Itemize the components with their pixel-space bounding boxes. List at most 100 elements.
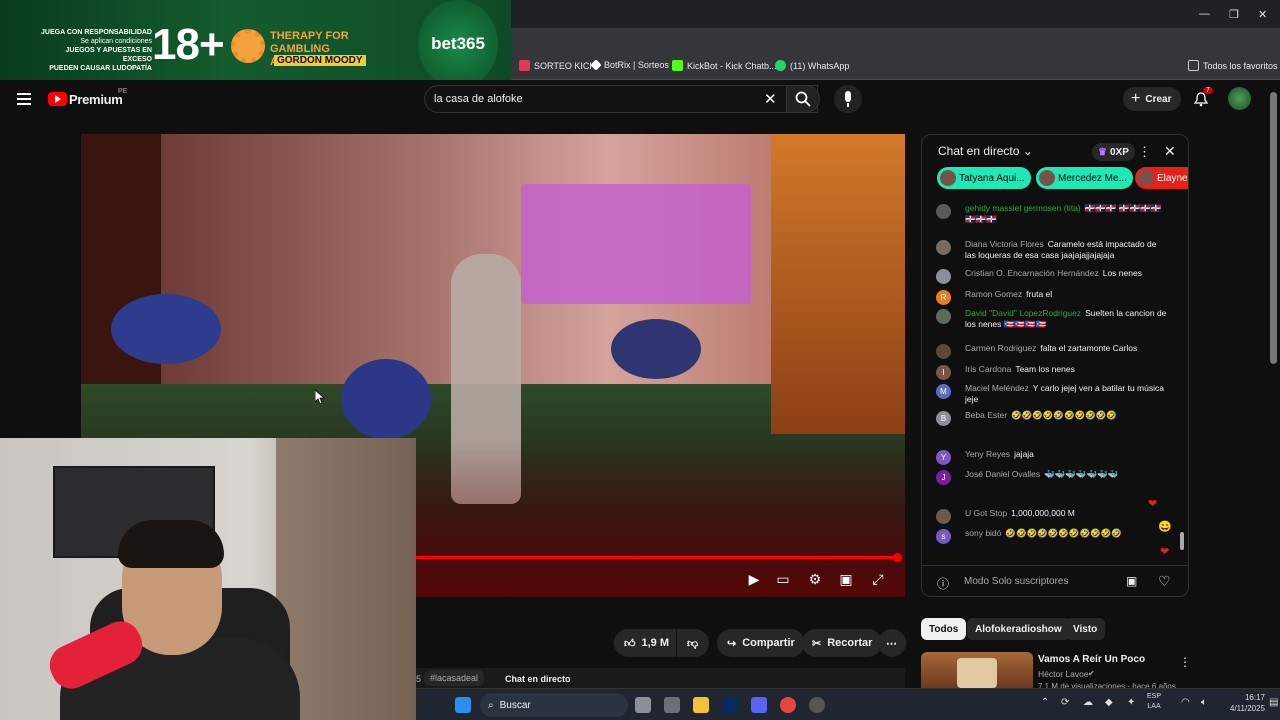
tray-chevron-icon[interactable]: ⌃ (1041, 697, 1049, 708)
chip-alofokeradioshow[interactable]: Alofokeradioshow (967, 618, 1070, 640)
avatar[interactable]: B (936, 411, 951, 426)
youtube-premium-logo[interactable]: Premium (69, 92, 123, 107)
volume-icon[interactable]: 🔈︎ (1201, 697, 1207, 708)
avatar[interactable] (936, 204, 951, 219)
tray-icon[interactable]: ✦ (1127, 697, 1135, 708)
like-button[interactable]: 👍︎ 1,9 M (614, 629, 676, 657)
taskbar-search[interactable]: ⌕ Buscar (480, 693, 628, 717)
settings-gear-icon[interactable]: ⚙ (806, 570, 824, 588)
info-icon[interactable]: ⓘ (937, 575, 949, 592)
donor-chip[interactable]: Tatyana Aqui... (937, 167, 1031, 189)
file-explorer-icon[interactable] (693, 697, 709, 713)
subtitles-icon[interactable]: ▭ (774, 570, 792, 588)
all-bookmarks[interactable]: Todos los favoritos (1188, 60, 1278, 71)
bookmark-item[interactable]: BotRix | Sorteos (590, 59, 669, 71)
chip-visto[interactable]: Visto (1065, 618, 1106, 640)
donor-chip[interactable]: Mercedez Me... (1036, 167, 1133, 189)
video-progress-bar[interactable] (416, 556, 900, 559)
avatar[interactable]: s (936, 529, 951, 544)
language-indicator[interactable]: ESP LAA (1147, 692, 1161, 712)
avatar[interactable] (936, 269, 951, 284)
task-view-icon[interactable] (635, 697, 651, 713)
miniplayer-icon[interactable]: ▣ (837, 570, 855, 588)
close-chat-icon[interactable]: ✕ (1164, 143, 1176, 160)
avatar[interactable]: I (936, 365, 951, 380)
chat-author[interactable]: Maciel Meléndez (965, 383, 1029, 393)
voice-search-button[interactable] (834, 85, 862, 113)
chat-author[interactable]: gehidy massiel germosen (tita) (965, 203, 1081, 213)
hashtag-chip[interactable]: #lacasadeal (424, 670, 485, 686)
recommended-thumbnail[interactable] (921, 652, 1033, 688)
chat-author[interactable]: Beba Ester (965, 410, 1007, 420)
chat-author[interactable]: Yeny Reyes (965, 449, 1010, 459)
app-icon[interactable] (664, 697, 680, 713)
avatar[interactable]: Y (936, 450, 951, 465)
chat-more-icon[interactable]: ⋮ (1138, 144, 1151, 160)
notification-center-icon[interactable]: ▤ (1269, 697, 1278, 708)
donor-chip[interactable]: Elayne F (1135, 167, 1188, 189)
recommended-title[interactable]: Vamos A Reír Un Poco (1038, 654, 1145, 665)
dislike-button[interactable]: 👎︎ (677, 629, 709, 657)
photoshop-icon[interactable] (722, 697, 738, 713)
chat-author[interactable]: U Got Stop (965, 508, 1007, 518)
clock[interactable]: 16:17 4/11/2025 (1229, 692, 1265, 714)
fullscreen-icon[interactable]: ⤢ (869, 570, 887, 588)
share-button[interactable]: ↪ Compartir (717, 629, 805, 657)
onedrive-icon[interactable]: ☁ (1083, 697, 1093, 708)
clear-search-icon[interactable]: ✕ (764, 90, 777, 108)
chat-scrollbar[interactable] (1180, 197, 1184, 562)
avatar[interactable] (936, 344, 951, 359)
chat-text: Los nenes (1102, 268, 1142, 278)
chat-author[interactable]: Diana Victoria Flores (965, 239, 1044, 249)
bookmark-item[interactable]: SORTEO KICK (519, 60, 595, 71)
youtube-logo-icon[interactable] (48, 92, 67, 106)
chat-author[interactable]: sony bidó (965, 528, 1001, 538)
recommended-channel[interactable]: Héctor Lavoe (1038, 669, 1089, 679)
chat-author[interactable]: Carmen Rodriguez (965, 343, 1036, 353)
recommended-more-icon[interactable]: ⋮ (1179, 655, 1191, 669)
super-chat-icon[interactable]: ▣ (1126, 574, 1137, 588)
tray-icon[interactable]: ◆ (1105, 697, 1113, 708)
bookmark-item[interactable]: (11) WhatsApp (775, 60, 849, 71)
avatar[interactable]: J (936, 470, 951, 485)
chrome-icon[interactable] (780, 697, 796, 713)
page-scrollbar[interactable] (1270, 92, 1277, 364)
tab-chat-en-directo[interactable]: Chat en directo (505, 674, 571, 684)
bet365-ad-banner[interactable]: JUEGA CON RESPONSABILIDAD Se aplican con… (0, 0, 511, 88)
tray-icon[interactable]: ⟳ (1061, 697, 1069, 708)
chip-todos[interactable]: Todos (921, 618, 967, 640)
chat-author[interactable]: David "David" LopezRodriguez (965, 308, 1081, 318)
maximize-icon[interactable]: ❐ (1229, 8, 1239, 21)
avatar[interactable] (936, 509, 951, 524)
bookmark-item[interactable]: KickBot - Kick Chatb... (672, 60, 777, 71)
verified-icon: ✔ (1088, 669, 1095, 678)
avatar[interactable] (936, 240, 951, 255)
account-avatar[interactable] (1228, 87, 1251, 110)
minimize-icon[interactable]: — (1199, 8, 1210, 20)
search-button[interactable] (786, 85, 820, 113)
notifications-button[interactable]: 7 (1193, 87, 1213, 107)
chat-author[interactable]: José Daniel Ovalles (965, 469, 1040, 479)
windows-start-icon[interactable] (455, 697, 471, 713)
chat-author[interactable]: Iris Cardona (965, 364, 1011, 374)
avatar[interactable]: R (936, 290, 951, 305)
wifi-icon[interactable]: ◠ (1181, 697, 1190, 708)
search-input[interactable]: la casa de alofoke ✕ (424, 85, 818, 113)
close-window-icon[interactable]: ✕ (1258, 8, 1267, 21)
more-actions-button[interactable]: ⋯ (878, 629, 906, 657)
autoplay-toggle-icon[interactable]: ▶ (745, 570, 763, 588)
menu-hamburger-icon[interactable] (17, 93, 31, 105)
avatar[interactable]: M (936, 384, 951, 399)
heart-icon[interactable]: ♡ (1158, 573, 1171, 590)
chat-title[interactable]: Chat en directo ⌄ (938, 144, 1033, 158)
clip-button[interactable]: ✂ Recortar (802, 629, 883, 657)
app-icon[interactable] (809, 697, 825, 713)
create-button[interactable]: + Crear (1123, 87, 1181, 111)
chat-author[interactable]: Ramon Gomez (965, 289, 1022, 299)
discord-icon[interactable] (751, 697, 767, 713)
chat-text: 🐳🐳🐳🐳🐳🐳🐳 (1044, 469, 1119, 479)
chat-author[interactable]: Cristian O. Encarnación Hernández (965, 268, 1099, 278)
progress-scrubber[interactable] (893, 553, 902, 562)
xp-badge[interactable]: ♛ 0XP (1092, 143, 1135, 161)
avatar[interactable] (936, 309, 951, 324)
